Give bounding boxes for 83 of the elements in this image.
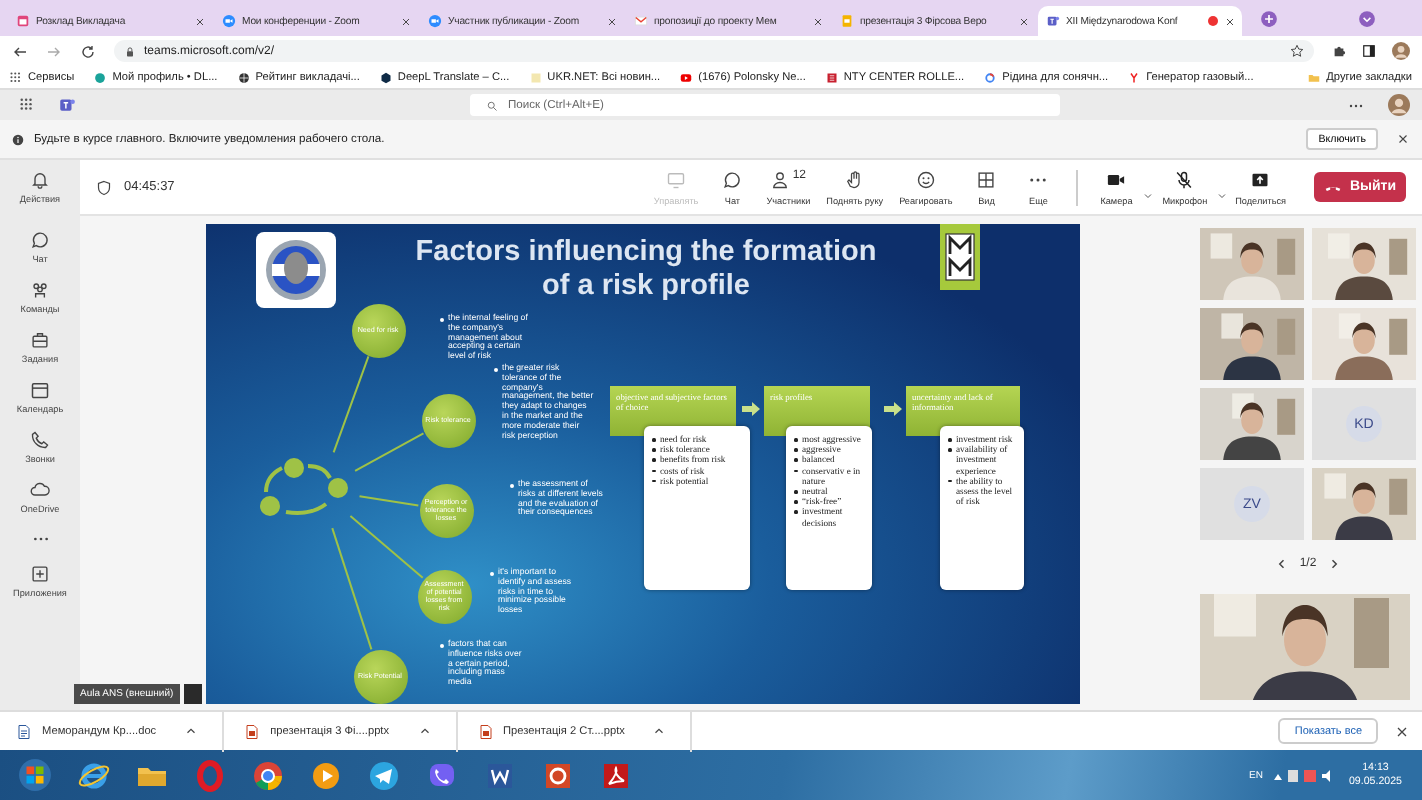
close-icon[interactable] bbox=[1396, 132, 1410, 146]
camera-icon bbox=[428, 14, 442, 28]
layout-icon bbox=[976, 169, 997, 189]
arrow-icon bbox=[884, 402, 902, 416]
grid-icon[interactable] bbox=[20, 98, 34, 112]
play-icon bbox=[680, 71, 693, 83]
people-icon bbox=[58, 96, 76, 114]
square-icon bbox=[529, 71, 542, 83]
chat-icon bbox=[722, 169, 743, 189]
phone-icon bbox=[30, 430, 50, 450]
user-avatar-icon[interactable] bbox=[1392, 42, 1410, 60]
document-icon bbox=[16, 723, 32, 739]
paper-plane-icon bbox=[367, 759, 399, 791]
ring-icon bbox=[193, 759, 225, 791]
presentation-icon bbox=[541, 759, 573, 791]
camera-icon bbox=[222, 14, 236, 28]
document-icon bbox=[244, 723, 261, 739]
share-icon bbox=[1250, 169, 1271, 189]
reload-icon[interactable] bbox=[80, 43, 96, 59]
folder-icon bbox=[1308, 71, 1321, 83]
cycle-icon bbox=[260, 458, 348, 516]
lock-icon bbox=[124, 45, 136, 57]
envelope-icon bbox=[634, 14, 648, 28]
play-icon bbox=[309, 759, 341, 791]
caret-icon[interactable] bbox=[652, 724, 667, 738]
pin-button[interactable] bbox=[183, 684, 202, 704]
bell-icon bbox=[29, 170, 50, 190]
back-icon[interactable] bbox=[12, 43, 28, 59]
close-icon bbox=[812, 15, 824, 27]
search-icon bbox=[486, 99, 498, 111]
document-icon bbox=[477, 723, 494, 739]
ring-icon bbox=[984, 71, 997, 83]
caret-icon[interactable] bbox=[184, 724, 199, 738]
video-camera-icon bbox=[1106, 169, 1127, 189]
user-avatar-icon[interactable] bbox=[1388, 94, 1410, 116]
word-icon bbox=[483, 759, 515, 791]
caret-icon[interactable] bbox=[417, 724, 432, 738]
close-icon bbox=[606, 15, 618, 27]
close-icon bbox=[194, 15, 206, 27]
side-panel-icon[interactable] bbox=[1362, 44, 1376, 58]
start-icon bbox=[18, 758, 52, 792]
previous-page-icon[interactable] bbox=[1275, 558, 1288, 570]
add-app-icon bbox=[29, 564, 50, 584]
slides-icon bbox=[840, 14, 854, 28]
arrow-icon bbox=[742, 402, 760, 416]
square-icon bbox=[825, 71, 838, 83]
connector-line bbox=[358, 495, 420, 507]
plus-icon[interactable] bbox=[1260, 9, 1278, 27]
logo-icon bbox=[940, 224, 980, 290]
mic-off-icon bbox=[1174, 169, 1195, 189]
next-page-icon[interactable] bbox=[1328, 558, 1341, 570]
smiley-icon bbox=[915, 169, 936, 189]
close-icon[interactable] bbox=[1394, 723, 1410, 739]
star-icon[interactable] bbox=[1290, 44, 1304, 58]
recording-dot bbox=[1208, 16, 1218, 26]
phone-bubble-icon bbox=[425, 759, 457, 791]
fork-icon bbox=[1128, 71, 1141, 83]
grid-icon bbox=[10, 71, 22, 83]
hexagon-icon bbox=[379, 71, 392, 83]
browser-icon bbox=[77, 759, 109, 791]
chrome-icon bbox=[251, 759, 283, 791]
team-icon bbox=[30, 280, 50, 300]
logo-icon bbox=[256, 232, 336, 308]
puzzle-icon[interactable] bbox=[1332, 44, 1346, 58]
globe-icon bbox=[237, 71, 250, 83]
close-icon bbox=[1018, 15, 1030, 27]
bag-icon bbox=[30, 330, 50, 350]
calendar-icon bbox=[16, 14, 30, 28]
people-icon bbox=[770, 169, 791, 189]
slide-title: Factors influencing the formation of a risk profile bbox=[413, 236, 879, 304]
dropdown-icon[interactable] bbox=[1358, 9, 1376, 27]
info-icon bbox=[12, 133, 24, 145]
hand-icon bbox=[844, 169, 865, 189]
pdf-icon bbox=[599, 759, 631, 791]
calendar-icon bbox=[30, 380, 50, 400]
close-icon bbox=[400, 15, 412, 27]
cloud-icon bbox=[30, 480, 50, 500]
people-icon bbox=[1046, 14, 1060, 28]
circle-icon bbox=[94, 71, 107, 83]
chat-icon bbox=[30, 230, 50, 250]
screen-icon bbox=[666, 169, 687, 189]
close-icon bbox=[1224, 15, 1236, 27]
shield-icon bbox=[96, 179, 112, 195]
